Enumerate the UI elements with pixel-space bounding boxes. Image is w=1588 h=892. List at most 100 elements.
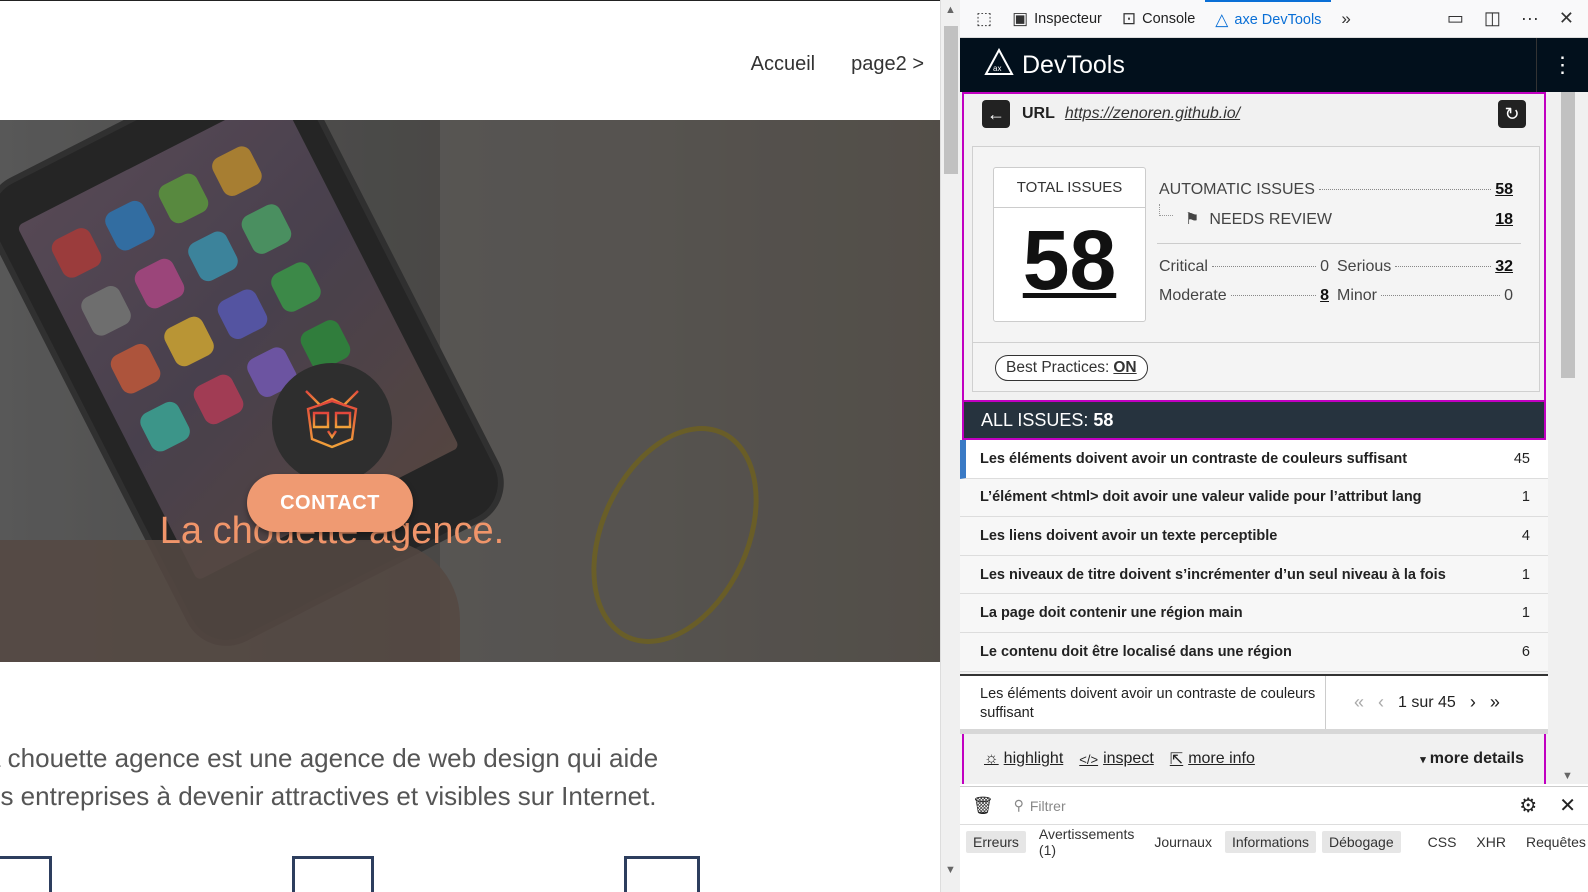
issue-actions: ☼ highlight </> inspect ⇱ more info ▾ more d… [962,734,1546,784]
more-options-icon[interactable]: ··· [1521,8,1539,29]
list-item[interactable]: Le contenu doit être localisé dans une r… [960,632,1548,672]
tab-console[interactable]: ⊡ Console [1112,0,1205,38]
console-tab-debug[interactable]: Débogage [1322,831,1401,853]
scroll-up-icon[interactable]: ▲ [945,4,956,16]
back-arrow-icon[interactable]: ← [982,100,1010,128]
code-icon: </> [1079,751,1099,767]
critical-count: 0 [1320,258,1329,275]
next-page-icon[interactable]: › [1470,692,1476,713]
devtools-panel: ⬚ ▣ Inspecteur ⊡ Console △ axe DevTools » ▭… [960,0,1588,892]
total-issues-label: TOTAL ISSUES [994,168,1145,208]
console-tab-errors[interactable]: Erreurs [966,831,1026,853]
console-tab-xhr[interactable]: XHR [1469,831,1513,853]
console-tab-info[interactable]: Informations [1224,831,1316,853]
first-page-icon[interactable]: « [1354,692,1364,713]
sidebar-toggle-icon[interactable]: ▭ [1447,8,1464,29]
filter-icon: ⚲ [1013,797,1024,813]
console-filter-input[interactable]: ⚲ Filtrer [1014,797,1066,814]
intro-line-1: a chouette agence est une agence de web … [0,743,659,773]
list-item[interactable]: L’élément <html> doit avoir une valeur v… [960,478,1548,518]
automatic-issues-label: AUTOMATIC ISSUES [1159,181,1315,198]
rescan-icon[interactable]: ↻ [1498,100,1526,128]
total-issues-card: TOTAL ISSUES 58 [993,167,1146,322]
tab-inspector[interactable]: ▣ Inspecteur [1002,0,1112,38]
list-item[interactable]: Les éléments doivent avoir un contraste … [960,440,1548,479]
issue-pager: « ‹ 1 sur 45 › » [1326,676,1500,729]
serious-row: Serious 32 [1337,258,1513,276]
issue-detail-header: Les éléments doivent avoir un contraste … [960,674,1548,734]
axe-header-title: DevTools [1022,50,1125,79]
serious-count[interactable]: 32 [1495,258,1513,276]
contact-button[interactable]: CONTACT [247,474,413,532]
site-intro-text: a chouette agence est une agence de web … [0,739,746,815]
list-item[interactable]: Les liens doivent avoir un texte percept… [960,517,1548,556]
nav-link-page2[interactable]: page2 > [851,53,924,76]
feature-icon-1 [0,856,52,892]
hero-banner: La chouette agence. [0,120,940,662]
total-issues-count[interactable]: 58 [994,208,1145,312]
highlight-icon: ☼ [984,750,999,767]
moderate-label: Moderate [1159,287,1227,304]
svg-text:ax: ax [993,64,1001,73]
automatic-issues-count[interactable]: 58 [1495,181,1513,199]
issues-list: Les éléments doivent avoir un contraste … [960,440,1548,672]
inspector-icon: ▣ [1012,8,1029,28]
highlight-link[interactable]: ☼ highlight [984,750,1063,768]
scroll-down-icon[interactable]: ▼ [945,864,956,876]
url-label: URL [1022,105,1055,122]
minor-count: 0 [1504,287,1513,304]
tab-axe-devtools[interactable]: △ axe DevTools [1205,0,1332,38]
devtools-toolbar: ⬚ ▣ Inspecteur ⊡ Console △ axe DevTools » ▭… [960,0,1588,38]
axe-menu-icon[interactable]: ⋮ [1536,38,1588,92]
site-nav: Accueil page2 > [751,53,924,76]
nav-link-accueil[interactable]: Accueil [751,53,815,76]
trash-icon[interactable]: 🗑 [972,796,994,816]
website-viewport: Accueil page2 > La agence. CONTACT a cho… [0,0,940,892]
console-tab-warnings[interactable]: Avertissements (1) [1032,823,1141,861]
automatic-issues-row: AUTOMATIC ISSUES 58 [1159,181,1513,199]
more-info-link[interactable]: ⇱ more info [1170,749,1255,769]
page-scrollbar[interactable]: ▲ ▼ [940,0,960,892]
element-picker-icon[interactable]: ⬚ [966,0,1002,38]
axe-scrollbar-thumb[interactable] [1561,92,1575,378]
axe-results: ← URL https://zenoren.github.io/ ↻ TOTAL… [960,92,1548,784]
minor-label: Minor [1337,287,1378,304]
axe-scroll-down-icon[interactable]: ▼ [1562,770,1573,782]
moderate-row: Moderate 8 [1159,287,1329,305]
console-level-tabs: Erreurs Avertissements (1) Journaux Info… [960,825,1588,859]
scanned-url-link[interactable]: https://zenoren.github.io/ [1065,105,1240,123]
best-practices-toggle[interactable]: Best Practices: ON [995,355,1148,381]
axe-scrollbar[interactable]: ▼ [1548,92,1588,784]
prev-page-icon[interactable]: ‹ [1378,692,1384,713]
external-link-icon: ⇱ [1169,751,1184,768]
list-item[interactable]: Les niveaux de titre doivent s’incrément… [960,555,1548,595]
issue-detail-title: Les éléments doivent avoir un contraste … [960,676,1326,729]
gear-icon[interactable]: ⚙ [1519,793,1537,818]
console-tab-logs[interactable]: Journaux [1147,831,1219,853]
list-item[interactable]: La page doit contenir une région main 1 [960,594,1548,633]
url-bar: ← URL https://zenoren.github.io/ ↻ [962,92,1546,134]
needs-review-count[interactable]: 18 [1495,211,1513,229]
close-devtools-icon[interactable]: ✕ [1559,8,1574,29]
feature-icon-2 [292,856,374,892]
best-practices-bar: Best Practices: ON [973,342,1539,392]
critical-label: Critical [1159,258,1208,275]
chevron-down-icon: ▾ [1420,753,1426,766]
more-tabs-icon[interactable]: » [1331,0,1360,38]
axe-logo-icon: ax [984,47,1014,83]
dock-icon[interactable]: ◫ [1484,8,1501,29]
needs-review-row: ⚑ NEEDS REVIEW 18 [1159,204,1513,229]
intro-line-2: es entreprises à devenir attractives et … [0,781,657,811]
close-icon[interactable]: ✕ [1559,793,1576,818]
needs-review-label: NEEDS REVIEW [1209,211,1333,228]
inspect-link[interactable]: </> inspect [1079,750,1154,768]
console-tab-requests[interactable]: Requêtes [1519,831,1588,853]
console-tab-css[interactable]: CSS [1421,831,1464,853]
last-page-icon[interactable]: » [1490,692,1500,713]
moderate-count[interactable]: 8 [1320,287,1329,305]
issues-summary-region: TOTAL ISSUES 58 AUTOMATIC ISSUES 58 ⚑ NE… [962,134,1546,402]
pager-status: 1 sur 45 [1398,693,1456,711]
page-scrollbar-thumb[interactable] [944,26,958,174]
more-details-toggle[interactable]: ▾ more details [1420,750,1524,768]
serious-label: Serious [1337,258,1392,275]
